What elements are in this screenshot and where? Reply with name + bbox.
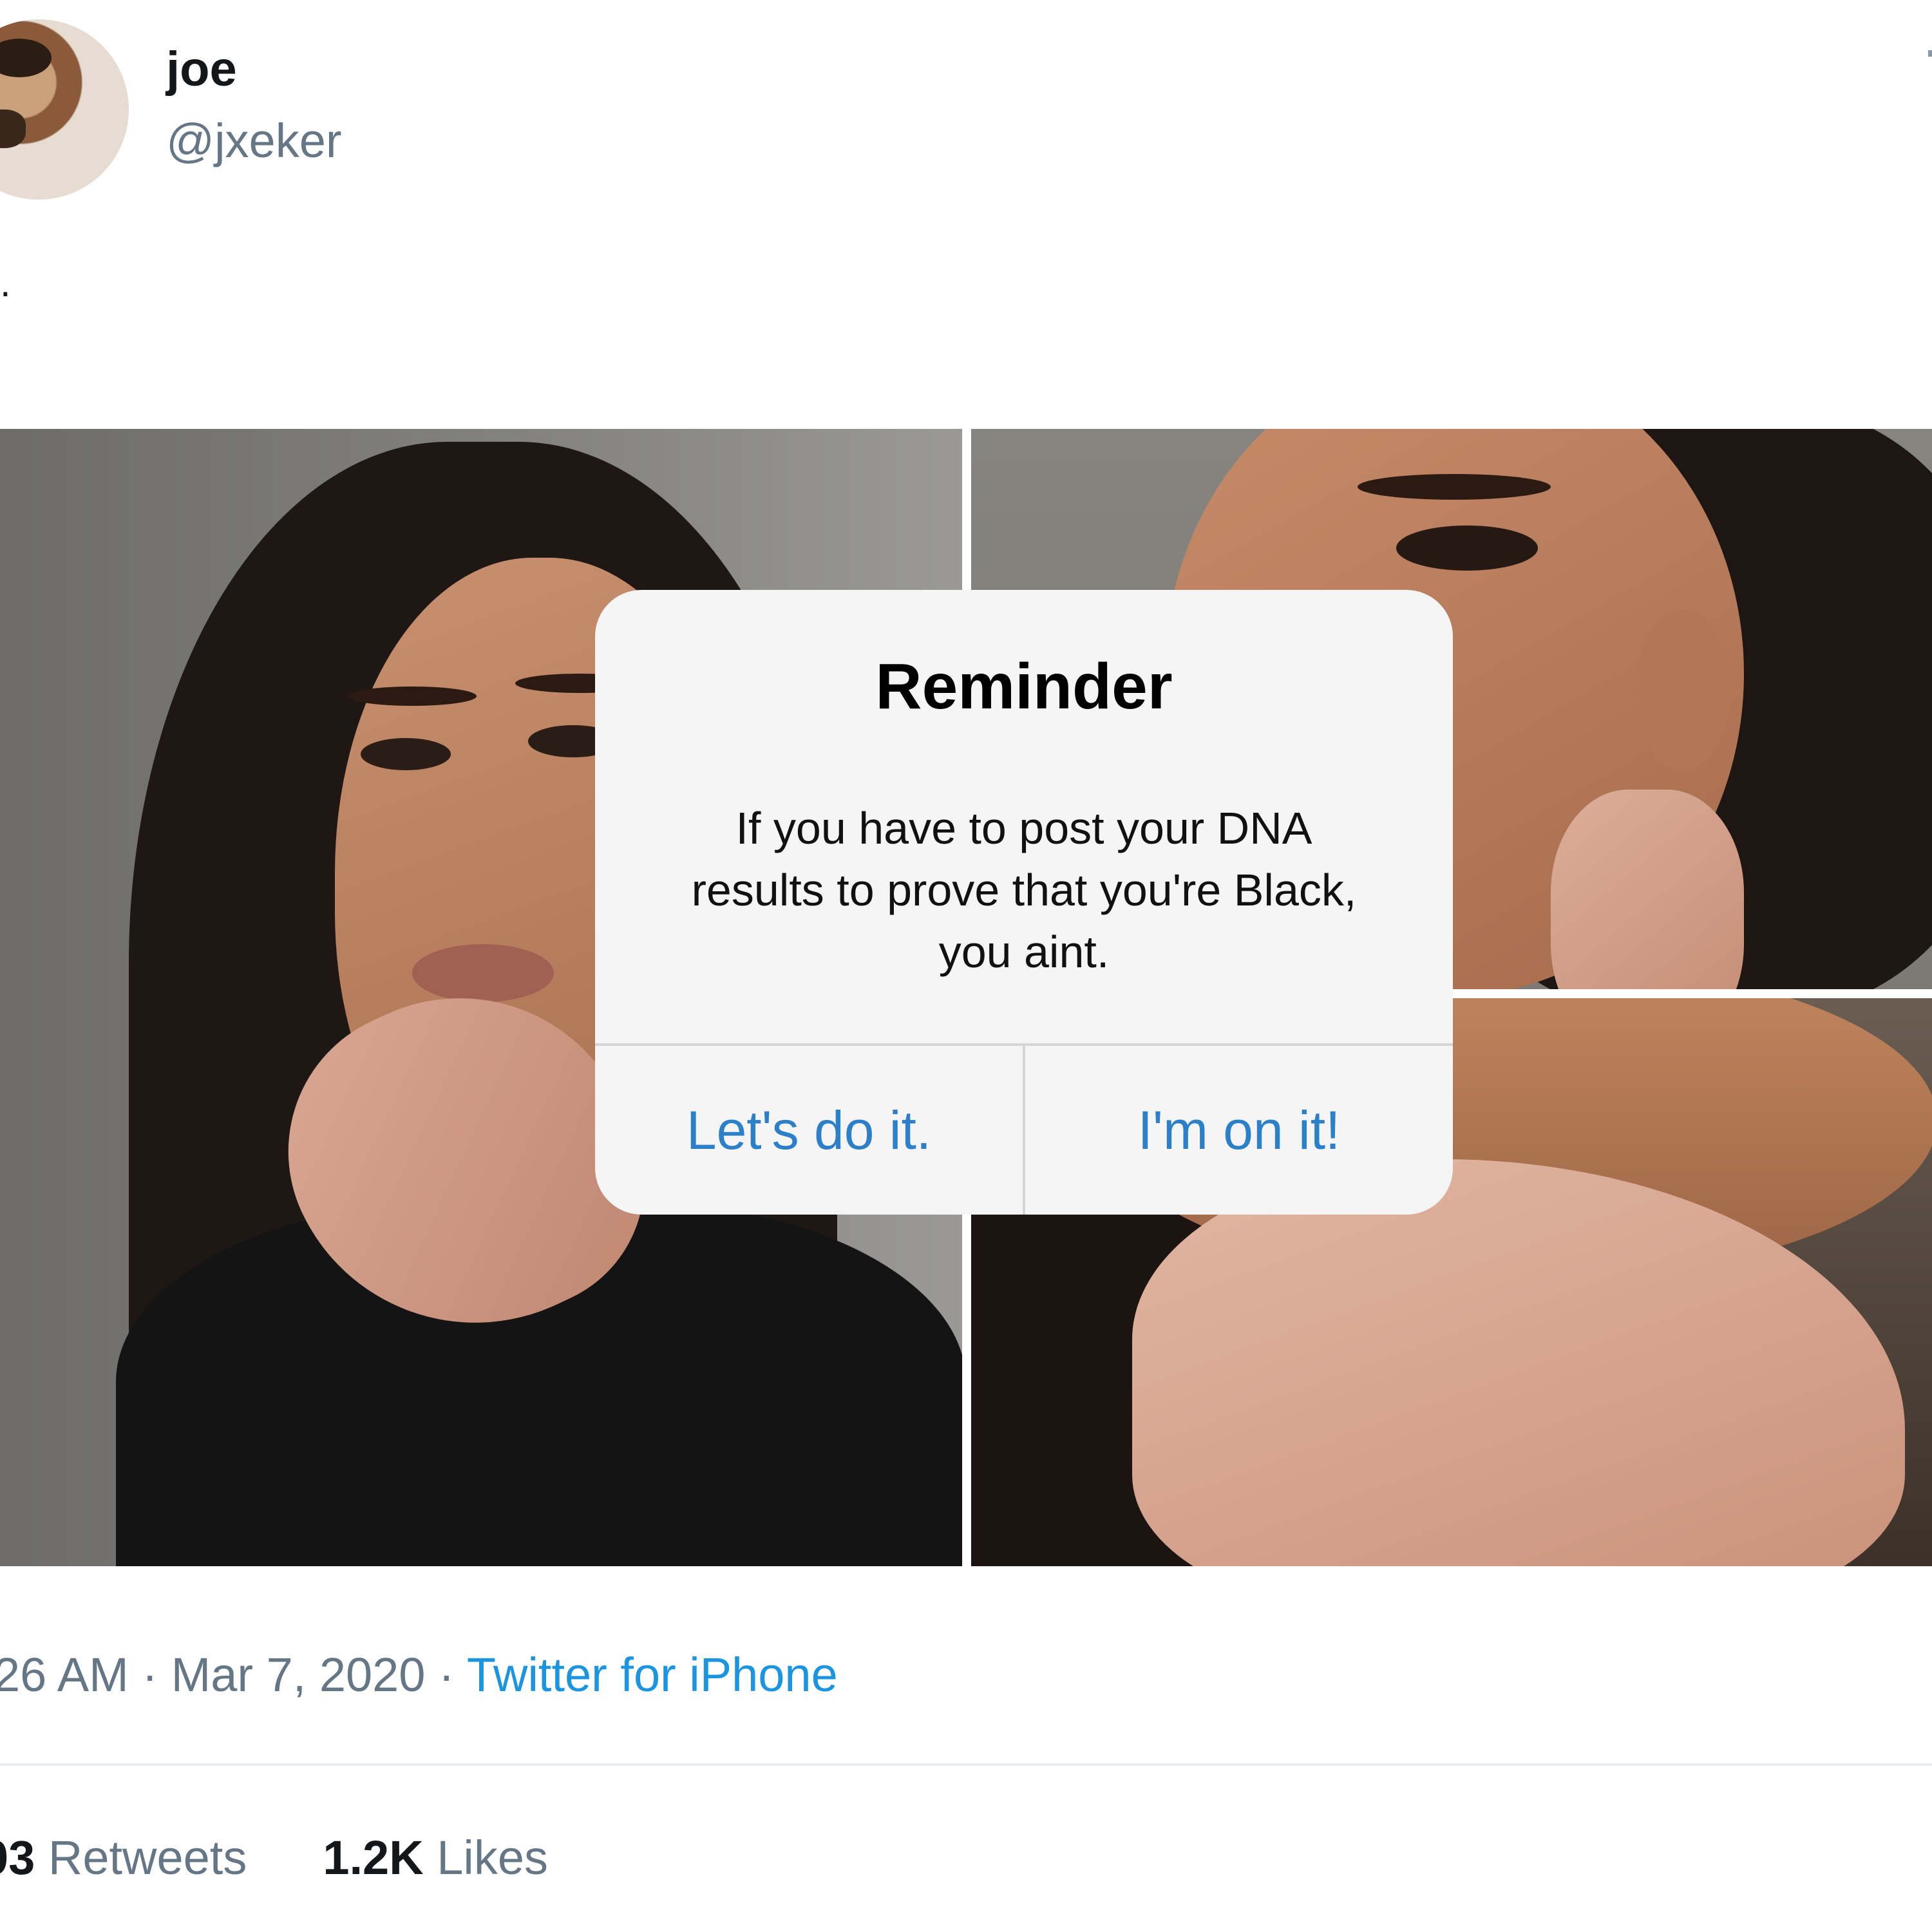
tweet-date[interactable]: Mar 7, 2020 bbox=[171, 1648, 426, 1701]
more-options-icon[interactable] bbox=[1928, 50, 1932, 57]
alert-confirm-button[interactable]: Let's do it. bbox=[595, 1046, 1023, 1215]
photo-brow bbox=[1358, 474, 1551, 500]
user-handle[interactable]: @jxeker bbox=[166, 117, 342, 165]
photo-eye bbox=[1396, 526, 1538, 571]
tweet-source-link[interactable]: Twitter for iPhone bbox=[467, 1648, 838, 1701]
alert-ack-button[interactable]: I'm on it! bbox=[1025, 1046, 1453, 1215]
meta-separator: · bbox=[128, 1648, 171, 1701]
alert-dialog: Reminder If you have to post your DNA re… bbox=[595, 590, 1453, 1215]
alert-message: If you have to post your DNA results to … bbox=[691, 803, 1357, 977]
tweet-text: . bbox=[0, 261, 11, 305]
stats-divider bbox=[0, 1763, 1932, 1766]
alert-title: Reminder bbox=[875, 650, 1173, 723]
photo-ear bbox=[1634, 609, 1731, 770]
photo-brow bbox=[348, 687, 477, 706]
display-name[interactable]: joe bbox=[166, 45, 237, 94]
avatar-beard bbox=[0, 109, 26, 148]
likes-label: Likes bbox=[437, 1831, 548, 1884]
likes-count: 1.2K bbox=[323, 1831, 424, 1884]
photo-eye bbox=[361, 738, 451, 770]
likes-stat[interactable]: 1.2K Likes bbox=[323, 1831, 548, 1884]
photo-hand bbox=[1551, 790, 1744, 989]
avatar[interactable] bbox=[0, 19, 129, 200]
tweet-meta: 26 AM · Mar 7, 2020 · Twitter for iPhone bbox=[0, 1651, 838, 1699]
meta-separator: · bbox=[425, 1648, 467, 1701]
avatar-hair bbox=[0, 39, 52, 77]
tweet-time[interactable]: 26 AM bbox=[0, 1648, 129, 1701]
tweet-stats: 03 Retweets 1.2K Likes bbox=[0, 1834, 548, 1882]
photo-lips bbox=[412, 944, 554, 1002]
retweets-label: Retweets bbox=[48, 1831, 247, 1884]
retweets-count: 03 bbox=[0, 1831, 35, 1884]
retweets-stat[interactable]: 03 Retweets bbox=[0, 1831, 247, 1884]
